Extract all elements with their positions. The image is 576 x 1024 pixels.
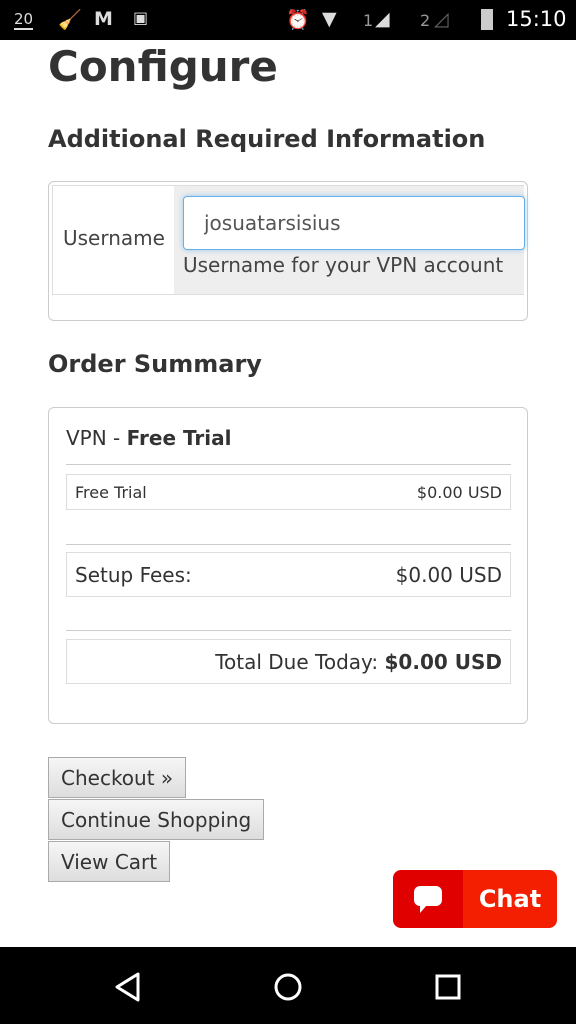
username-help: Username for your VPN account	[183, 253, 504, 277]
cleaner-icon: 🧹	[58, 9, 82, 31]
divider	[66, 464, 511, 465]
recents-icon[interactable]	[432, 971, 464, 1003]
order-summary-heading: Order Summary	[48, 350, 262, 378]
continue-shopping-button[interactable]: Continue Shopping	[48, 799, 265, 840]
status-bar: 20 🧹 M ▣ ⏰ ▼ 1 ◢ 2 ◿ 15:10	[0, 0, 576, 40]
wifi-icon: ▼	[322, 8, 337, 30]
additional-info-heading: Additional Required Information	[48, 125, 486, 153]
bbm-icon: ▣	[133, 8, 149, 27]
gmail-icon: M	[94, 8, 113, 30]
sim2-label: 2	[420, 11, 431, 30]
divider	[66, 544, 511, 545]
chat-button[interactable]: Chat	[393, 870, 557, 928]
total-price: $0.00 USD	[384, 649, 502, 674]
username-label: Username	[63, 226, 165, 250]
setup-fees-label: Setup Fees:	[75, 562, 192, 587]
back-icon[interactable]	[112, 971, 144, 1003]
product-name: Free Trial	[126, 426, 232, 450]
chat-bubble-icon	[393, 870, 463, 928]
notification-count-icon: 20	[14, 10, 34, 30]
setup-fees-row: Setup Fees: $0.00 USD	[66, 552, 511, 597]
total-row: Total Due Today: $0.00 USD	[66, 639, 511, 684]
home-icon[interactable]	[272, 971, 304, 1003]
username-input[interactable]	[183, 196, 525, 250]
line-item-label: Free Trial	[75, 482, 147, 502]
sim1-label: 1	[363, 11, 374, 30]
battery-icon	[481, 9, 493, 30]
signal-sim1-icon: ◢	[375, 8, 390, 30]
chat-label: Chat	[463, 870, 557, 928]
view-cart-button[interactable]: View Cart	[48, 841, 171, 882]
product-title: VPN - Free Trial	[66, 426, 232, 450]
line-item-price: $0.00 USD	[416, 482, 502, 502]
additional-info-panel: Username Username for your VPN account	[48, 181, 528, 321]
navigation-bar	[0, 947, 576, 1024]
page-title: Configure	[48, 42, 278, 91]
order-summary-panel: VPN - Free Trial Free Trial $0.00 USD Se…	[48, 407, 528, 724]
product-group: VPN -	[66, 426, 127, 450]
divider	[66, 630, 511, 631]
total-label: Total Due Today:	[215, 649, 379, 674]
clock: 15:10	[506, 7, 567, 31]
checkout-button[interactable]: Checkout »	[48, 757, 187, 798]
line-item-row: Free Trial $0.00 USD	[66, 474, 511, 510]
signal-sim2-icon: ◿	[434, 8, 449, 30]
setup-fees-price: $0.00 USD	[395, 562, 502, 587]
alarm-icon: ⏰	[286, 9, 310, 31]
